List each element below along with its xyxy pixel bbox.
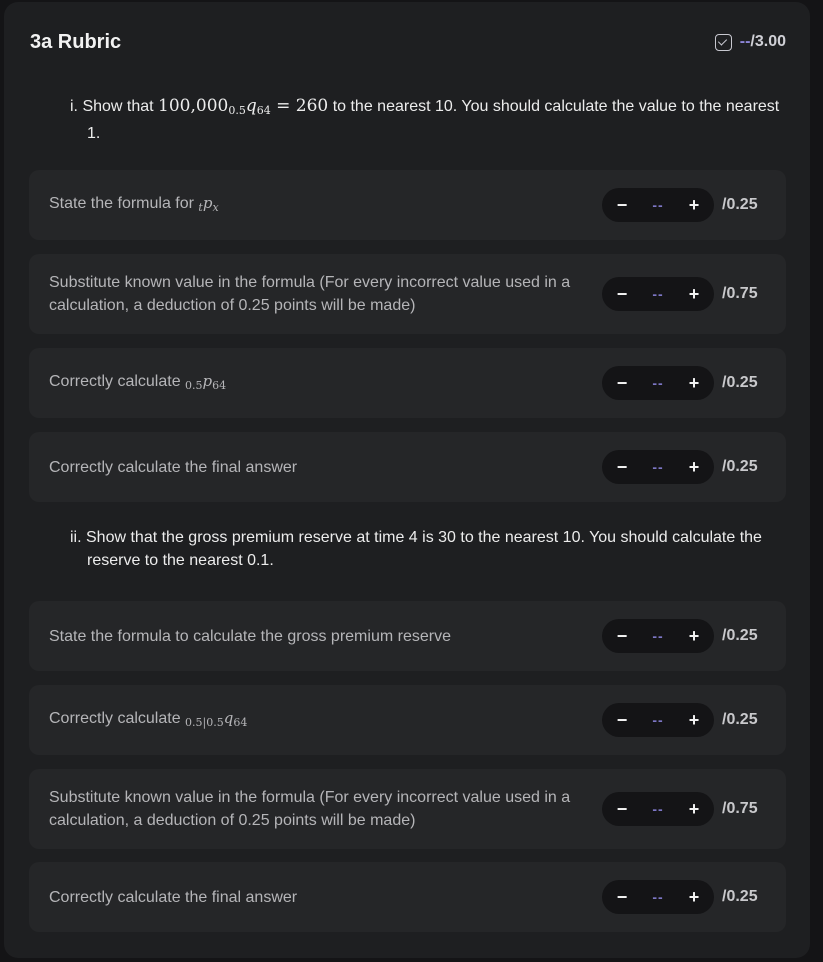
max-points: /0.25: [722, 374, 758, 391]
score-stepper: − -- +: [602, 703, 714, 737]
increment-button[interactable]: +: [686, 888, 702, 906]
math-subscript: 64: [233, 715, 248, 729]
criterion-label: State the formula for: [49, 194, 199, 212]
rubric-title: 3a Rubric: [30, 30, 122, 53]
max-points: /0.75: [722, 800, 758, 817]
score-value[interactable]: --: [652, 286, 663, 302]
decrement-button[interactable]: −: [614, 711, 630, 729]
criterion-text: Correctly calculate 0.5|0.5q64: [49, 707, 602, 734]
criterion-row: Correctly calculate 0.5p64 − -- + /0.25: [29, 348, 786, 418]
criterion-math: 0.5p64: [185, 371, 227, 392]
max-points: /0.25: [722, 888, 758, 905]
total-score: --/3.00: [714, 33, 786, 51]
increment-button[interactable]: +: [686, 196, 702, 214]
math-equals: = 260: [270, 96, 329, 116]
decrement-button[interactable]: −: [614, 627, 630, 645]
math-subscript: 64: [212, 378, 227, 392]
decrement-button[interactable]: −: [614, 888, 630, 906]
math-symbol: q: [245, 96, 257, 116]
math-subscript: 64: [256, 104, 271, 117]
score-stepper: − -- +: [602, 450, 714, 484]
criterion-text: Correctly calculate the final answer: [49, 458, 298, 476]
criterion-row: Correctly calculate the final answer − -…: [29, 432, 786, 502]
max-points: /0.25: [722, 458, 758, 475]
decrement-button[interactable]: −: [614, 800, 630, 818]
score-value[interactable]: --: [652, 712, 663, 728]
criterion-row: State the formula to calculate the gross…: [29, 601, 786, 671]
score-value[interactable]: --: [652, 889, 663, 905]
increment-button[interactable]: +: [686, 374, 702, 392]
score-stepper: − -- +: [602, 277, 714, 311]
criterion-row: Substitute known value in the formula (F…: [29, 769, 786, 849]
rubric-header: 3a Rubric --/3.00: [30, 28, 786, 56]
score-stepper: − -- +: [602, 792, 714, 826]
increment-button[interactable]: +: [686, 627, 702, 645]
decrement-button[interactable]: −: [614, 374, 630, 392]
max-points: /0.25: [722, 627, 758, 644]
total-score-max: /3.00: [750, 33, 786, 50]
score-value[interactable]: --: [652, 628, 663, 644]
criterion-row: Correctly calculate the final answer − -…: [29, 862, 786, 932]
math-symbol: p: [202, 371, 213, 390]
math-symbol: p: [202, 193, 213, 212]
criterion-row: Correctly calculate 0.5|0.5q64 − -- + /0…: [29, 685, 786, 755]
decrement-button[interactable]: −: [614, 196, 630, 214]
math-prefix: 0.5: [185, 378, 203, 392]
decrement-button[interactable]: −: [614, 458, 630, 476]
score-value[interactable]: --: [652, 459, 663, 475]
increment-button[interactable]: +: [686, 458, 702, 476]
question-i-math: 100,0000.5q64 = 260: [158, 96, 329, 117]
max-points: /0.25: [722, 711, 758, 728]
score-stepper: − -- +: [602, 619, 714, 653]
math-subscript: 0.5: [228, 104, 246, 117]
criterion-row: State the formula for tpx − -- + /0.25: [29, 170, 786, 240]
increment-button[interactable]: +: [686, 711, 702, 729]
math-prefix: 0.5|0.5: [185, 715, 224, 729]
increment-button[interactable]: +: [686, 285, 702, 303]
rubric-panel: 3a Rubric --/3.00 i. Show that 100,0000.…: [4, 2, 810, 958]
criterion-row: Substitute known value in the formula (F…: [29, 254, 786, 334]
math-subscript: x: [212, 200, 219, 214]
criterion-text: Substitute known value in the formula (F…: [49, 789, 571, 829]
criterion-text: State the formula for tpx: [49, 192, 602, 219]
math-number: 100,000: [158, 96, 229, 116]
criterion-text: Correctly calculate the final answer: [49, 888, 298, 906]
question-i-prefix: i. Show that: [70, 98, 159, 115]
criterion-text: State the formula to calculate the gross…: [49, 627, 451, 645]
total-score-value: --: [739, 33, 751, 50]
criterion-label: Correctly calculate: [49, 372, 186, 390]
score-stepper: − -- +: [602, 880, 714, 914]
score-value[interactable]: --: [652, 197, 663, 213]
question-ii: ii. Show that the gross premium reserve …: [70, 529, 762, 569]
criterion-math: 0.5|0.5q64: [185, 708, 248, 729]
question-i: i. Show that 100,0000.5q64 = 260 to the …: [70, 95, 780, 145]
increment-button[interactable]: +: [686, 800, 702, 818]
score-value[interactable]: --: [652, 375, 663, 391]
decrement-button[interactable]: −: [614, 285, 630, 303]
math-symbol: q: [223, 708, 234, 727]
criterion-text: Correctly calculate 0.5p64: [49, 370, 602, 397]
score-value[interactable]: --: [652, 801, 663, 817]
max-points: /0.25: [722, 196, 758, 213]
score-stepper: − -- +: [602, 188, 714, 222]
checkbox-icon[interactable]: [714, 33, 732, 51]
criterion-label: Correctly calculate: [49, 709, 186, 727]
criterion-text: Substitute known value in the formula (F…: [49, 274, 571, 314]
max-points: /0.75: [722, 285, 758, 302]
criterion-math: tpx: [198, 193, 219, 214]
score-stepper: − -- +: [602, 366, 714, 400]
